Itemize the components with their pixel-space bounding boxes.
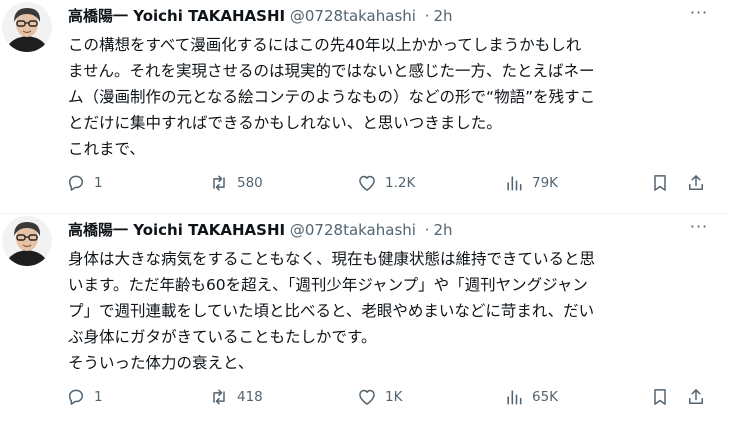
bookmark-icon — [654, 175, 666, 191]
tweet-text: この構想をすべて漫画化するにはこの先40年以上かかってしまうかもしれ ません。そ… — [68, 32, 718, 162]
timestamp[interactable]: 2h — [434, 7, 453, 25]
more-options-button[interactable]: ··· — [689, 219, 709, 240]
timestamp[interactable]: 2h — [434, 221, 453, 239]
bookmark-button[interactable] — [650, 171, 670, 195]
reply-icon — [69, 175, 83, 191]
views-button[interactable]: 65K — [504, 385, 558, 409]
author-handle[interactable]: @0728takahashi — [290, 221, 416, 239]
action-bar: 1 418 1K 65K — [66, 385, 718, 409]
share-button[interactable] — [686, 385, 706, 409]
retweet-button[interactable]: 580 — [209, 171, 263, 195]
author-name[interactable]: 高橋陽一 Yoichi TAKAHASHI — [68, 7, 285, 25]
tweet-text-line: プ」で週刊連載をしていた頃と比べると、老眼やめまいなどに苛まれ、だい — [68, 302, 595, 320]
retweet-icon — [213, 389, 225, 405]
separator-dot: · — [424, 221, 430, 239]
heart-icon — [359, 389, 375, 405]
reply-count: 1 — [94, 389, 103, 405]
tweet-text-line: そういった体力の衰えと、 — [68, 354, 254, 372]
bookmark-button[interactable] — [650, 385, 670, 409]
tweet-text-line: 身体は大きな病気をすることもなく、現在も健康状態は維持できていると思 — [68, 250, 596, 268]
reply-button[interactable]: 1 — [66, 171, 103, 195]
tweet-text-line: います。ただ年齢も60を超え、「週刊少年ジャンプ」や「週刊ヤングジャン — [68, 276, 588, 294]
views-icon — [507, 176, 522, 191]
like-button[interactable]: 1K — [357, 385, 402, 409]
tweet-text-line: とだけに集中すればできるかもしれない、と思いつきました。 — [68, 114, 502, 132]
like-count: 1.2K — [385, 175, 416, 191]
tweet-text-line: この構想をすべて漫画化するにはこの先40年以上かかってしまうかもしれ — [68, 36, 582, 54]
retweet-count: 418 — [237, 389, 263, 405]
heart-icon — [359, 175, 375, 191]
avatar[interactable] — [2, 2, 52, 52]
views-count: 79K — [532, 175, 559, 191]
tweet-text-line: ム（漫画制作の元となる絵コンテのようなもの）などの形で“物語”を残すこ — [68, 88, 596, 106]
views-count: 65K — [532, 389, 559, 405]
share-icon — [689, 389, 703, 404]
separator-dot: · — [424, 7, 430, 25]
views-icon — [507, 390, 522, 405]
tweet-text-line: ぶ身体にガタがきていることもたしかです。 — [68, 328, 377, 346]
bookmark-icon — [654, 389, 666, 405]
like-button[interactable]: 1.2K — [357, 171, 415, 195]
author-name[interactable]: 高橋陽一 Yoichi TAKAHASHI — [68, 221, 285, 239]
retweet-icon — [213, 175, 225, 191]
tweet[interactable]: 高橋陽一 Yoichi TAKAHASHI @0728takahashi · 2h… — [0, 0, 729, 214]
reply-button[interactable]: 1 — [66, 385, 103, 409]
reply-count: 1 — [94, 175, 103, 191]
share-icon — [689, 175, 703, 190]
action-bar: 1 580 1.2K 79K — [66, 171, 718, 195]
retweet-count: 580 — [237, 175, 263, 191]
tweet-header: 高橋陽一 Yoichi TAKAHASHI @0728takahashi · 2h — [68, 6, 453, 26]
share-button[interactable] — [686, 171, 706, 195]
retweet-button[interactable]: 418 — [209, 385, 263, 409]
tweet-text: 身体は大きな病気をすることもなく、現在も健康状態は維持できていると思 います。た… — [68, 246, 718, 376]
tweet[interactable]: 高橋陽一 Yoichi TAKAHASHI @0728takahashi · 2h… — [0, 214, 729, 428]
avatar[interactable] — [2, 216, 52, 266]
author-handle[interactable]: @0728takahashi — [290, 7, 416, 25]
views-button[interactable]: 79K — [504, 171, 558, 195]
like-count: 1K — [385, 389, 403, 405]
reply-icon — [69, 389, 83, 405]
tweet-text-line: これまで、 — [68, 140, 145, 158]
tweet-header: 高橋陽一 Yoichi TAKAHASHI @0728takahashi · 2h — [68, 220, 453, 240]
tweet-text-line: ません。それを実現させるのは現実的ではないと感じた一方、たとえばネー — [68, 62, 595, 80]
more-options-button[interactable]: ··· — [689, 5, 709, 26]
